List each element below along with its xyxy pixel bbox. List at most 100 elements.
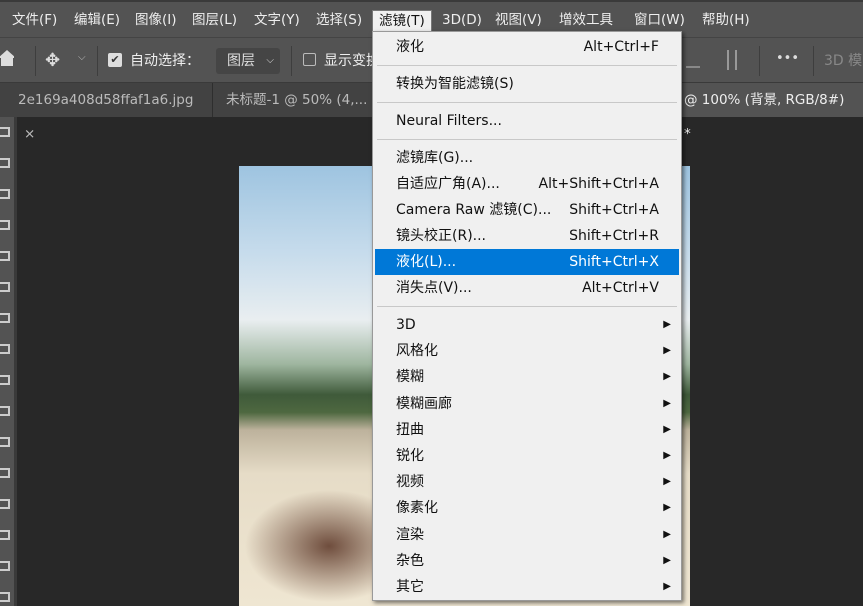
menu-4[interactable]: 文字(Y) [248,10,306,32]
filter-menu-item[interactable]: 镜头校正(R)... Shift+Ctrl+R [375,223,679,249]
menu-item-label: 视频 [396,474,424,491]
menu-item-label: 渲染 [396,526,424,543]
submenu-arrow-icon: ▶ [663,319,671,330]
tool-icon[interactable] [0,592,10,602]
menu-11[interactable]: 帮助(H) [696,10,756,32]
filter-menu-item[interactable]: 模糊 ▶ [375,364,679,390]
menu-item-shortcut: Alt+Shift+Ctrl+A [538,176,659,192]
filter-menu-item[interactable]: 模糊画廊 ▶ [375,391,679,417]
close-icon[interactable]: × [24,126,35,142]
menu-item-label: 像素化 [396,500,438,517]
menu-separator [377,139,677,140]
auto-select-label: 自动选择： [130,53,200,69]
menu-7[interactable]: 3D(D) [436,10,488,32]
submenu-arrow-icon: ▶ [663,450,671,461]
more-options-button[interactable]: ••• [776,51,799,66]
submenu-arrow-icon: ▶ [663,581,671,592]
menu-1[interactable]: 编辑(E) [68,10,126,32]
tab-document-2[interactable]: 未标题-1 @ 50% (4,... [218,83,378,117]
tool-icon[interactable] [0,251,10,261]
menu-item-shortcut: Shift+Ctrl+X [569,254,659,270]
menu-item-shortcut: Alt+Ctrl+V [582,280,659,296]
menu-item-label: 消失点(V)... [396,280,472,296]
menu-8[interactable]: 视图(V) [489,10,548,32]
chevron-down-icon: ⌵ [266,55,274,66]
menu-item-label: 镜头校正(R)... [396,228,487,244]
tool-icon[interactable] [0,561,10,571]
filter-menu-item[interactable]: 视频 ▶ [375,469,679,495]
tool-icon[interactable] [0,344,10,354]
filter-menu-item[interactable]: Neural Filters... [375,108,679,134]
tool-icon[interactable] [0,437,10,447]
filter-menu-item[interactable]: 滤镜库(G)... [375,145,679,171]
layer-select[interactable]: 图层 ⌵ [216,48,280,74]
filter-menu-item[interactable]: 锐化 ▶ [375,443,679,469]
tool-icon[interactable] [0,220,10,230]
auto-select-checkbox[interactable]: ✔ [108,53,122,67]
submenu-arrow-icon: ▶ [663,528,671,540]
filter-menu-item[interactable]: 扭曲 ▶ [375,417,679,443]
tool-icon[interactable] [0,313,10,323]
menu-3[interactable]: 图层(L) [186,10,243,32]
tool-icon[interactable] [0,468,10,478]
menu-item-label: 自适应广角(A)... [396,176,500,192]
filter-menu-item[interactable]: 其它 ▶ [375,574,679,600]
menu-item-label: 风格化 [396,343,438,360]
submenu-arrow-icon: ▶ [663,345,671,357]
filter-menu-item[interactable]: 液化(L)... Shift+Ctrl+X [375,249,679,275]
menu-separator [377,306,677,307]
3d-mode-label[interactable]: 3D 模 [824,50,862,70]
menu-item-label: 转换为智能滤镜(S) [396,76,514,92]
tool-icon[interactable] [0,375,10,385]
distribute-icon[interactable] [686,52,700,68]
filter-menu-item[interactable]: Camera Raw 滤镜(C)... Shift+Ctrl+A [375,197,679,223]
menu-10[interactable]: 窗口(W) [628,10,691,32]
tool-icon[interactable] [0,406,10,416]
tool-icon[interactable] [0,189,10,199]
chevron-down-icon[interactable]: ⌵ [78,52,86,63]
menu-item-label: 模糊 [396,369,424,386]
tool-icon[interactable] [0,499,10,509]
menu-item-label: Neural Filters... [396,113,502,129]
tool-icon[interactable] [0,127,10,137]
filter-menu: 液化 Alt+Ctrl+F 转换为智能滤镜(S) Neural Filters... 滤… [372,31,682,601]
menu-item-label: 模糊画廊 [396,395,452,412]
menu-item-label: 杂色 [396,552,424,569]
menu-item-label: 液化(L)... [396,254,457,270]
filter-menu-item[interactable]: 渲染 ▶ [375,522,679,548]
home-icon[interactable] [0,50,16,66]
filter-menu-item[interactable]: 杂色 ▶ [375,548,679,574]
tool-icon[interactable] [0,530,10,540]
tool-icon[interactable] [0,282,10,292]
menu-5[interactable]: 选择(S) [310,10,368,32]
submenu-arrow-icon: ▶ [663,397,671,409]
align-icon[interactable] [727,50,737,70]
submenu-arrow-icon: ▶ [663,476,671,488]
menu-6[interactable]: 滤镜(T) [372,10,432,32]
menu-item-label: 其它 [396,579,424,595]
menu-item-label: 滤镜库(G)... [396,150,474,166]
submenu-arrow-icon: ▶ [663,371,671,383]
filter-menu-item[interactable]: 像素化 ▶ [375,495,679,521]
filter-menu-item[interactable]: 消失点(V)... Alt+Ctrl+V [375,275,679,301]
submenu-arrow-icon: ▶ [663,423,671,435]
menu-2[interactable]: 图像(I) [129,10,183,32]
menu-9[interactable]: 增效工具 [553,10,619,32]
show-transform-checkbox[interactable] [303,53,316,66]
filter-menu-item[interactable]: 自适应广角(A)... Alt+Shift+Ctrl+A [375,171,679,197]
menu-item-label: 3D [396,317,416,333]
tools-panel [0,117,17,606]
menu-0[interactable]: 文件(F) [6,10,63,32]
tool-icon[interactable] [0,158,10,168]
filter-menu-item[interactable]: 3D ▶ [375,312,679,338]
filter-menu-item[interactable]: 风格化 ▶ [375,338,679,364]
menu-item-label: 液化 [396,39,424,55]
tab-document-1[interactable]: 2e169a408d58ffaf1a6.jpg × [10,83,213,142]
filter-menu-item[interactable]: 液化 Alt+Ctrl+F [375,34,679,60]
move-tool-icon[interactable]: ✥ [45,50,60,71]
menu-item-shortcut: Shift+Ctrl+R [569,228,659,244]
menu-separator [377,65,677,66]
menu-item-label: 扭曲 [396,421,424,438]
tab-document-active[interactable]: @ 100% (背景, RGB/8#) * [676,83,863,142]
filter-menu-item[interactable]: 转换为智能滤镜(S) [375,71,679,97]
